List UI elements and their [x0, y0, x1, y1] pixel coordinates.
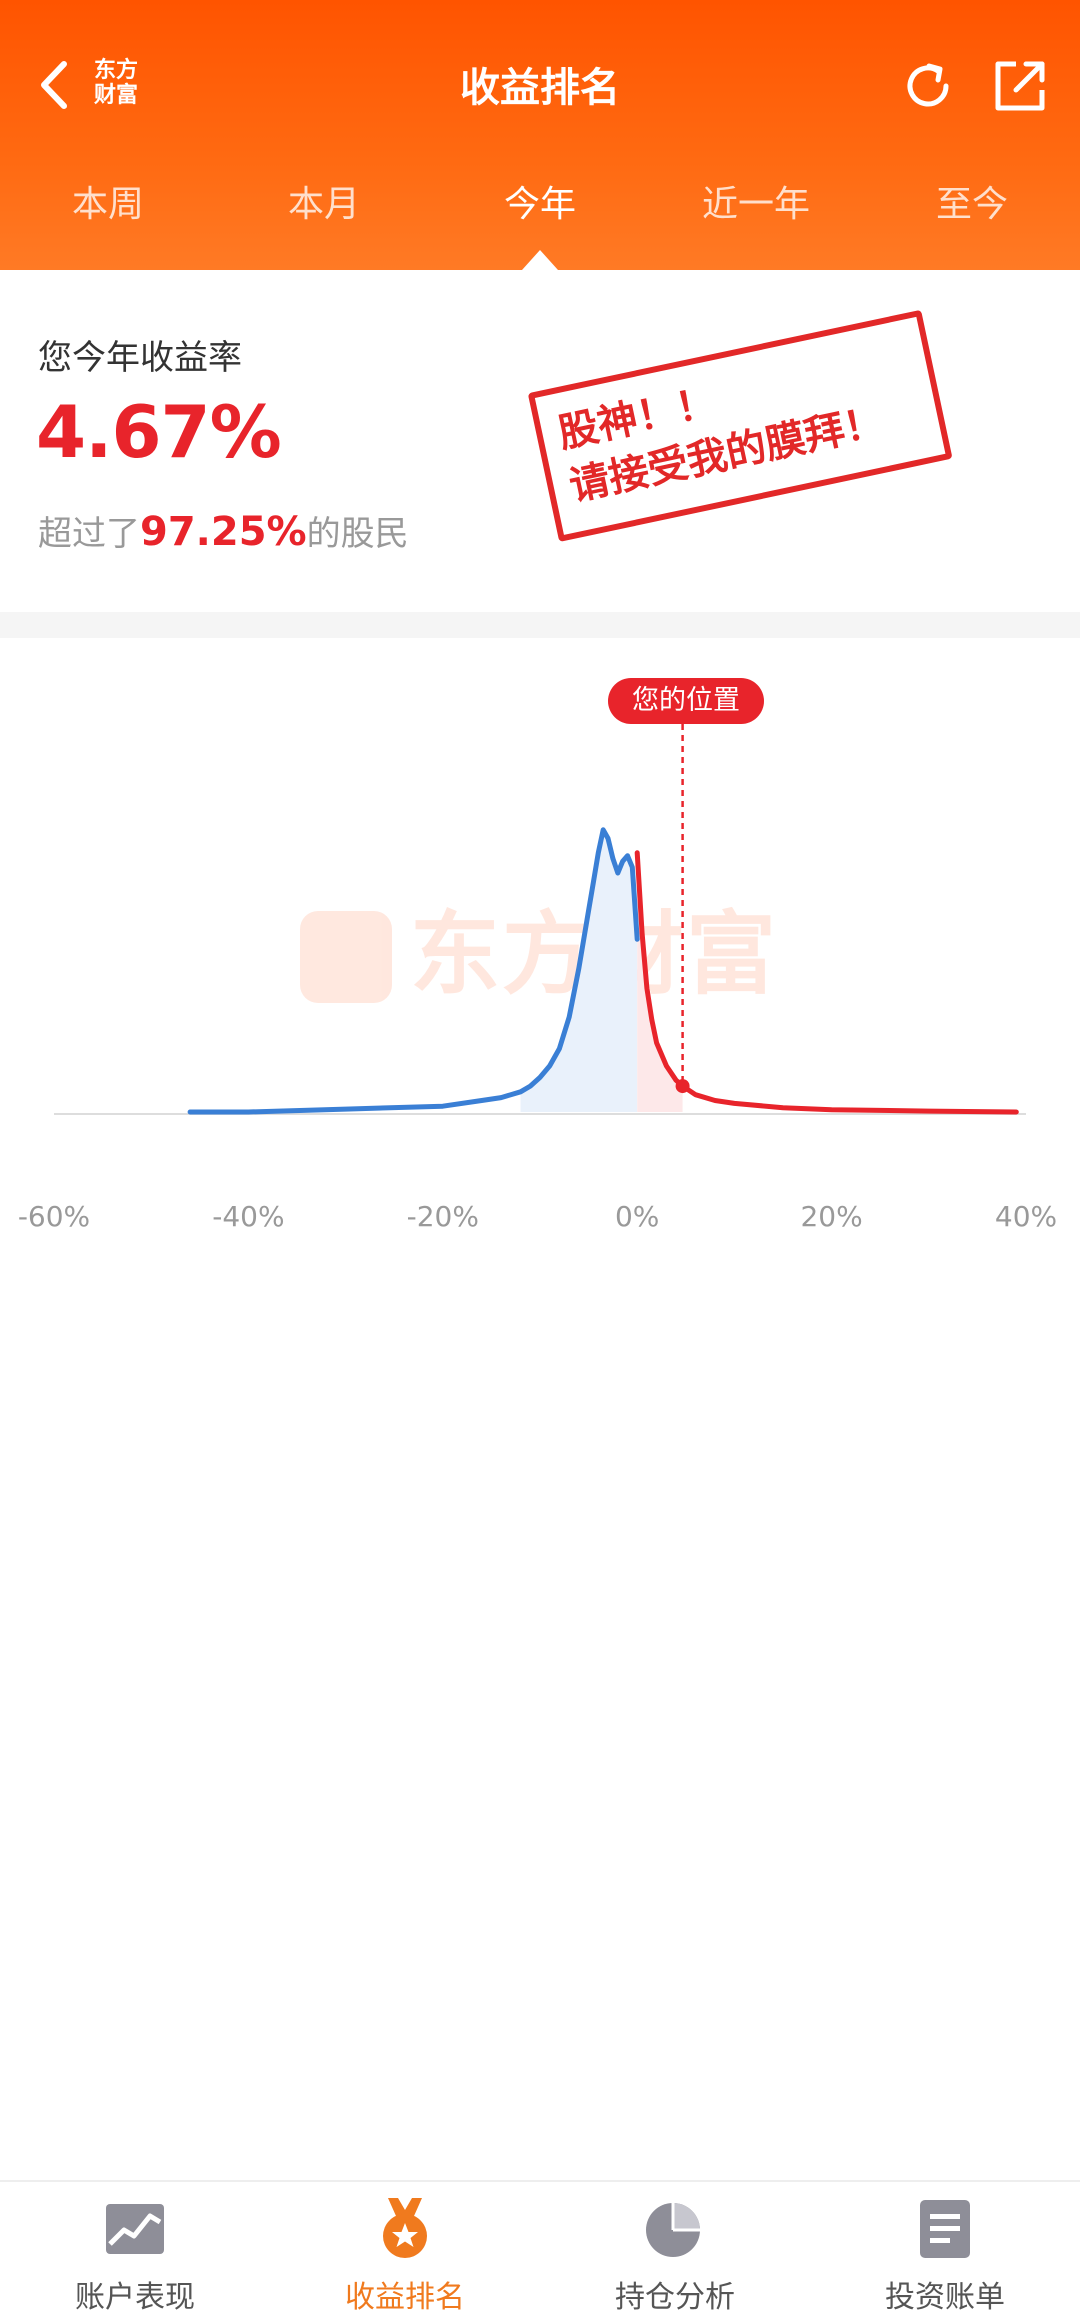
- rank-percent: 97.25%: [140, 509, 307, 555]
- nav-label: 账户表现: [75, 2280, 195, 2315]
- tab-last-year[interactable]: 近一年: [648, 170, 864, 270]
- share-button[interactable]: [990, 56, 1050, 116]
- nav-account-performance[interactable]: 账户表现: [0, 2182, 270, 2324]
- nav-label: 持仓分析: [615, 2280, 735, 2315]
- bill-icon: [920, 2200, 970, 2258]
- return-value: 4.67%: [36, 390, 282, 474]
- nav-holdings-analysis[interactable]: 持仓分析: [540, 2182, 810, 2324]
- x-tick-label: 20%: [800, 1200, 863, 1233]
- bottom-nav: 账户表现 收益排名 持仓分析 投资账单: [0, 2180, 1080, 2324]
- refresh-button[interactable]: [898, 56, 958, 116]
- nav-return-ranking[interactable]: 收益排名: [270, 2182, 540, 2324]
- x-tick-label: 40%: [994, 1200, 1058, 1233]
- x-tick-label: -60%: [17, 1200, 91, 1233]
- return-summary: 您今年收益率 4.67% 超过了97.25%的股民 股神！！ 请接受我的膜拜！: [0, 270, 1080, 612]
- x-tick-label: -20%: [406, 1200, 479, 1233]
- medal-icon: [383, 2198, 427, 2258]
- pie-icon: [646, 2203, 700, 2257]
- return-distribution-chart: [54, 724, 1026, 1115]
- rank-suffix: 的股民: [306, 514, 409, 554]
- share-external-icon: [995, 61, 1045, 111]
- chart-trend-icon: [106, 2204, 164, 2254]
- tab-week[interactable]: 本周: [0, 170, 216, 270]
- active-tab-indicator: [522, 250, 558, 270]
- position-marker-dot: [675, 1079, 690, 1094]
- top-header: 东方 财富 收益排名 本周 本月 今年 近一年 至今: [0, 0, 1080, 270]
- positive-series-line: [634, 850, 1019, 1115]
- tab-month[interactable]: 本月: [216, 170, 432, 270]
- x-tick-label: -40%: [212, 1200, 285, 1233]
- rank-text: 超过了97.25%的股民: [38, 506, 409, 555]
- nav-investment-bill[interactable]: 投资账单: [810, 2182, 1080, 2324]
- refresh-icon: [907, 63, 949, 107]
- section-divider: [0, 612, 1080, 638]
- x-tick-label: 0%: [614, 1200, 660, 1233]
- rank-prefix: 超过了: [38, 514, 140, 554]
- nav-label: 投资账单: [885, 2280, 1005, 2315]
- your-position-badge: 您的位置: [608, 678, 764, 724]
- tab-all-time[interactable]: 至今: [864, 170, 1080, 270]
- nav-label: 收益排名: [345, 2280, 465, 2315]
- return-label: 您今年收益率: [38, 338, 242, 378]
- praise-stamp: 股神！！ 请接受我的膜拜！: [524, 291, 957, 570]
